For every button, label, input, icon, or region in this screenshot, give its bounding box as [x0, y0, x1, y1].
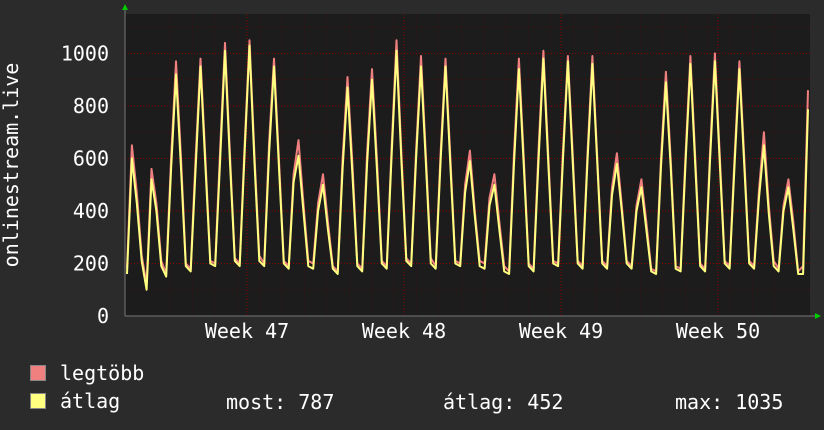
stat-average-value: 452: [527, 390, 564, 414]
stat-average-label: átlag:: [443, 390, 516, 414]
legend-swatch-avg: [30, 393, 46, 409]
x-axis-arrow: [815, 313, 821, 319]
x-tick-label-2: Week 49: [519, 319, 603, 343]
legend-item-max: legtöbb: [30, 361, 145, 385]
x-tick-label-3: Week 50: [676, 319, 760, 343]
y-tick-label-3: 600: [73, 146, 109, 170]
legend-label-avg: átlag: [60, 389, 121, 413]
legend-swatch-max: [30, 365, 46, 381]
stat-maximum: max: 1035: [675, 390, 783, 414]
legend-item-avg: átlag: [30, 389, 121, 413]
y-tick-label-5: 1000: [61, 41, 109, 65]
x-tick-labels: Week 47 Week 48 Week 49 Week 50: [205, 319, 760, 343]
y-tick-label-4: 800: [73, 94, 109, 118]
x-tick-label-0: Week 47: [205, 319, 289, 343]
legend-label-max: legtöbb: [60, 361, 145, 385]
y-tick-labels: 0 200 400 600 800 1000: [61, 41, 109, 328]
x-tick-label-1: Week 48: [362, 319, 446, 343]
stat-maximum-label: max:: [675, 390, 724, 414]
y-axis-label: onlinestream.live: [0, 63, 23, 268]
y-tick-label-0: 0: [97, 304, 109, 328]
stat-maximum-value: 1035: [735, 390, 784, 414]
stat-average: átlag: 452: [443, 390, 563, 414]
y-tick-label-1: 200: [73, 251, 109, 275]
stat-current-label: most:: [226, 390, 287, 414]
y-axis-arrow: [122, 4, 128, 10]
stat-current: most: 787: [226, 390, 334, 414]
stat-current-value: 787: [298, 390, 335, 414]
y-tick-label-2: 400: [73, 199, 109, 223]
